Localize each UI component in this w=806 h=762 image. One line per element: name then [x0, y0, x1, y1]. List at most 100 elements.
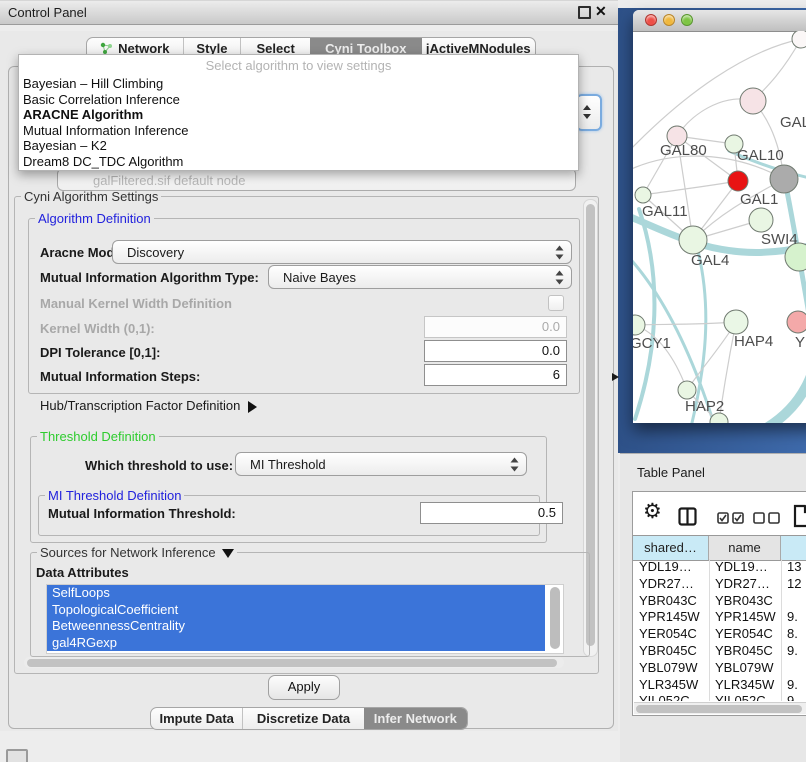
network-node-gcy1[interactable] [633, 315, 645, 335]
node-label-swi4: SWI4 [761, 231, 798, 248]
deselect-all-checkboxes-icon[interactable] [753, 512, 781, 524]
close-window-button[interactable]: ✕ [595, 3, 607, 20]
network-canvas[interactable]: GALGAL80GAL10GAL1GAL11SWI4GAL4GCY1HAP4YH… [633, 31, 806, 423]
dpi-tolerance-field[interactable]: 0.0 [424, 340, 567, 362]
table-cell: YIL052C [709, 693, 781, 701]
network-window-titlebar[interactable] [633, 10, 806, 32]
combo-arrows-icon [555, 245, 564, 260]
close-traffic-light[interactable] [645, 14, 657, 26]
horizontal-scrollbar-thumb[interactable] [27, 659, 557, 667]
network-node-hap4[interactable] [724, 310, 748, 334]
combo-arrows-icon [510, 457, 519, 472]
select-all-checkboxes-icon[interactable] [717, 512, 745, 524]
collapse-down-icon [222, 549, 234, 558]
mi-algorithm-type-label: Mutual Information Algorithm Type: [40, 270, 259, 285]
bottom-tabs: Impute Data Discretize Data Infer Network [150, 707, 468, 730]
table-cell: YLR345W [633, 677, 709, 694]
hub-definition-expander[interactable]: Hub/Transcription Factor Definition [40, 398, 257, 413]
panel-corner-button[interactable] [6, 749, 28, 762]
algorithm-option-dream8-dc-tdc-algorithm[interactable]: Dream8 DC_TDC Algorithm [19, 154, 578, 170]
node-label-gal10: GAL10 [737, 147, 784, 164]
node-label-gal11: GAL11 [642, 203, 688, 220]
algorithm-option-bayesian-hill-climbing[interactable]: Bayesian – Hill Climbing [19, 76, 578, 92]
file-icon[interactable] [793, 504, 806, 528]
minimize-traffic-light[interactable] [663, 14, 675, 26]
float-window-button[interactable] [578, 6, 591, 19]
table-header-row: shared…nameA [633, 535, 806, 561]
sources-title: Sources for Network Inference [40, 545, 216, 560]
which-threshold-combo[interactable]: MI Threshold [235, 452, 527, 476]
mi-algorithm-type-value: Naive Bayes [283, 270, 356, 285]
node-label-gal: GAL [780, 114, 806, 131]
network-node-y[interactable] [787, 311, 806, 333]
hub-definition-label: Hub/Transcription Factor Definition [40, 398, 240, 413]
attribute-item-selfloops[interactable]: SelfLoops [47, 585, 545, 602]
network-node-gal11[interactable] [635, 187, 651, 203]
network-node[interactable] [792, 31, 806, 48]
apply-button[interactable]: Apply [268, 675, 340, 700]
table-cell: YDR27… [633, 576, 709, 593]
table-scrollbar-thumb[interactable] [636, 705, 802, 713]
network-node-hap2[interactable] [678, 381, 696, 399]
table-cell: 9. [781, 609, 806, 626]
mi-steps-field[interactable]: 6 [424, 364, 567, 386]
tab-label: Impute Data [160, 711, 234, 726]
inference-algorithm-combo-spinner[interactable] [576, 94, 602, 131]
column-header-a[interactable]: A [781, 536, 806, 560]
mi-threshold-field[interactable]: 0.5 [420, 502, 563, 524]
kernel-width-field[interactable]: 0.0 [424, 316, 567, 338]
column-header-name[interactable]: name [709, 536, 781, 560]
tab-discretize-data[interactable]: Discretize Data [242, 708, 363, 729]
network-node-gal[interactable] [740, 88, 766, 114]
control-panel-titlebar[interactable]: Control Panel ✕ [0, 0, 618, 25]
table-horizontal-scrollbar[interactable] [634, 702, 806, 714]
algorithm-option-mutual-information-inference[interactable]: Mutual Information Inference [19, 123, 578, 139]
data-table-combo[interactable]: galFiltered.sif default node [57, 168, 576, 191]
mi-algorithm-type-combo[interactable]: Naive Bayes [268, 265, 572, 289]
zoom-traffic-light[interactable] [681, 14, 693, 26]
table-cell: YPR145W [633, 609, 709, 626]
data-attributes-list[interactable]: SelfLoopsTopologicalCoefficientBetweenne… [46, 584, 564, 654]
network-view-window[interactable]: GALGAL80GAL10GAL1GAL11SWI4GAL4GCY1HAP4YH… [633, 10, 806, 423]
settings-horizontal-scrollbar[interactable] [24, 657, 564, 668]
attributes-scrollbar-thumb[interactable] [550, 587, 560, 649]
manual-kernel-checkbox[interactable] [548, 295, 564, 311]
node-label-y: Y [795, 334, 805, 351]
tab-impute-data[interactable]: Impute Data [151, 708, 242, 729]
table-cell: YBR043C [633, 593, 709, 610]
table-cell: YBR043C [709, 593, 781, 610]
columns-icon[interactable] [678, 507, 697, 526]
network-node-gal4[interactable] [679, 226, 707, 254]
expand-right-icon [248, 401, 257, 413]
mouse-cursor [612, 373, 619, 381]
algorithm-definition-title: Algorithm Definition [35, 211, 154, 226]
network-node[interactable] [728, 171, 748, 191]
tab-infer-network[interactable]: Infer Network [364, 708, 467, 729]
table-cell: 13 [781, 559, 806, 576]
table-panel-title: Table Panel [637, 465, 705, 480]
sources-collapser[interactable]: Sources for Network Inference [37, 545, 237, 560]
kernel-width-label: Kernel Width (0,1): [40, 321, 155, 336]
dpi-tolerance-label: DPI Tolerance [0,1]: [40, 345, 160, 360]
column-header-shared-[interactable]: shared… [633, 536, 709, 560]
algorithm-option-aracne-algorithm[interactable]: ARACNE Algorithm [19, 107, 578, 123]
aracne-mode-combo[interactable]: Discovery [112, 240, 572, 264]
network-node-gal1[interactable] [749, 208, 773, 232]
algorithm-popup-placeholder: Select algorithm to view settings [19, 55, 578, 76]
attribute-item-gal4rgexp[interactable]: gal4RGexp [47, 635, 545, 652]
attribute-item-betweennesscentrality[interactable]: BetweennessCentrality [47, 618, 545, 635]
settings-gear-icon[interactable]: ⚙ [643, 499, 662, 524]
attribute-item-topologicalcoefficient[interactable]: TopologicalCoefficient [47, 602, 545, 619]
table-panel: Table Panel ⚙ shared…nameA YDL19…YDL19…1… [620, 453, 806, 762]
tab-label: Discretize Data [257, 711, 350, 726]
table-cell: 9. [781, 643, 806, 660]
table-cell [781, 593, 806, 610]
data-attributes-items: SelfLoopsTopologicalCoefficientBetweenne… [47, 585, 563, 651]
network-node[interactable] [770, 165, 798, 193]
table-cell: YER054C [633, 626, 709, 643]
which-threshold-label: Which threshold to use: [85, 458, 233, 473]
algorithm-dropdown-popup: Select algorithm to view settings Bayesi… [18, 54, 579, 171]
algorithm-option-bayesian-k2[interactable]: Bayesian – K2 [19, 138, 578, 154]
data-attributes-label: Data Attributes [36, 565, 129, 580]
algorithm-option-basic-correlation-inference[interactable]: Basic Correlation Inference [19, 92, 578, 108]
